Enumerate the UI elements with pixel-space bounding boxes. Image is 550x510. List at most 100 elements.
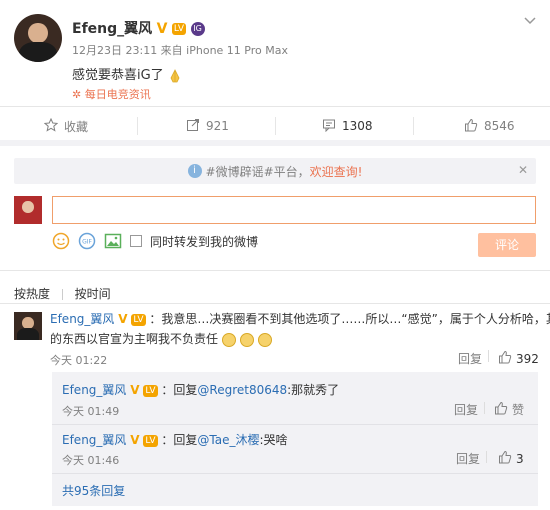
- topic-tag[interactable]: ✲ 每日电竞资讯: [72, 86, 151, 102]
- comment-icon: [322, 118, 336, 135]
- composer-toolbar: GIF 同时转发到我的微博: [52, 232, 258, 250]
- comment-text-2: 的东西以官宣为主啊我不负责任: [50, 332, 219, 346]
- divider: [0, 270, 550, 271]
- svg-text:GIF: GIF: [82, 239, 92, 246]
- reply-button[interactable]: 回复: [454, 401, 478, 418]
- gif-icon[interactable]: GIF: [78, 232, 96, 250]
- reply-like-button[interactable]: 3: [498, 450, 524, 467]
- club-badge-icon: IG: [190, 22, 205, 36]
- weibo-post-card: Efeng_翼风 V LV IG 12月23日 23:11 来自 iPhone …: [0, 0, 550, 510]
- image-icon[interactable]: [104, 232, 122, 250]
- divider: [52, 424, 538, 425]
- comment-button[interactable]: 1308: [322, 116, 373, 136]
- reply-label: 回复: [454, 403, 479, 417]
- submit-comment-button[interactable]: 评论: [478, 233, 536, 257]
- author-line: Efeng_翼风 V LV IG: [72, 18, 205, 38]
- emoji-icon: [257, 332, 272, 347]
- reply-label: 回复: [456, 452, 481, 466]
- praying-hands-icon: [168, 68, 182, 83]
- reply-time: 今天 01:49: [62, 405, 120, 418]
- comment-text: ：我意思…决赛圈看不到其他选项了……所以…“感觉”，属于个人分析哈，其他: [149, 312, 550, 326]
- reply-prefix: ：回复: [161, 383, 198, 397]
- comment-author[interactable]: Efeng_翼风: [50, 312, 114, 326]
- reply-time: 今天 01:46: [62, 454, 120, 467]
- sort-tabs: 按热度 按时间: [14, 285, 111, 302]
- favorite-label: 收藏: [64, 119, 89, 134]
- emoji-icon[interactable]: [52, 232, 70, 250]
- comment-time: 今天 01:22: [50, 354, 108, 367]
- divider: [484, 402, 485, 414]
- repost-icon: [186, 118, 200, 135]
- favorite-button[interactable]: 收藏: [43, 116, 89, 136]
- post-text: 感觉要恭喜iG了: [72, 68, 164, 83]
- reply-button[interactable]: 回复: [458, 350, 482, 367]
- close-icon[interactable]: ✕: [518, 163, 528, 177]
- verified-icon: V: [118, 312, 128, 326]
- like-count: 8546: [484, 119, 515, 133]
- comment-like-button[interactable]: 392: [498, 350, 539, 367]
- author-name[interactable]: Efeng_翼风: [72, 21, 152, 37]
- divider: [0, 106, 550, 107]
- topic-tag-icon: ✲: [72, 88, 82, 101]
- repost-button[interactable]: 921: [186, 116, 229, 136]
- divider: [52, 473, 538, 474]
- reply-author[interactable]: Efeng_翼风: [62, 433, 126, 447]
- divider: [61, 289, 63, 300]
- reply-like-button[interactable]: 赞: [494, 401, 524, 418]
- more-replies-link[interactable]: 共95条回复: [62, 482, 125, 499]
- level-badge-icon: LV: [131, 313, 146, 326]
- comment-line-1: Efeng_翼风 V LV ：我意思…决赛圈看不到其他选项了……所以…“感觉”，…: [50, 310, 550, 327]
- author-avatar[interactable]: [14, 14, 62, 62]
- notice-text: #微博辟谣#平台，: [205, 164, 310, 179]
- divider: [275, 117, 276, 135]
- reply-text: :那就秀了: [287, 383, 340, 397]
- divider: [0, 303, 550, 304]
- reply-author[interactable]: Efeng_翼风: [62, 383, 126, 397]
- info-icon: i: [187, 164, 202, 178]
- chevron-down-icon[interactable]: [522, 12, 538, 28]
- star-icon: [43, 117, 59, 135]
- reply-button[interactable]: 回复: [456, 450, 480, 467]
- comment-like-count: 392: [516, 351, 539, 366]
- post-meta: 12月23日 23:11 来自 iPhone 11 Pro Max: [72, 44, 288, 57]
- reply-text: :哭啥: [259, 433, 288, 447]
- level-badge-icon: LV: [143, 434, 158, 447]
- verified-icon: V: [130, 383, 140, 397]
- reply-line: Efeng_翼风 V LV ：回复@Regret80648:那就秀了: [62, 381, 339, 398]
- notice-link[interactable]: 欢迎查询!: [310, 163, 363, 180]
- comment-line-2: 的东西以官宣为主啊我不负责任: [50, 330, 272, 347]
- divider: [488, 350, 489, 362]
- thumbs-up-icon: [498, 450, 512, 467]
- level-badge-icon: LV: [171, 23, 187, 35]
- reply-label: 回复: [458, 352, 483, 366]
- verified-icon: V: [156, 21, 168, 37]
- emoji-icon: [221, 332, 236, 347]
- repost-count: 921: [206, 119, 229, 133]
- thumbs-up-icon: [498, 350, 512, 367]
- reply-like-count: 3: [516, 451, 524, 466]
- current-user-avatar[interactable]: [14, 196, 42, 224]
- divider: [413, 117, 414, 135]
- repost-checkbox-label: 同时转发到我的微博: [150, 234, 259, 249]
- section-separator: [0, 140, 550, 146]
- divider: [486, 451, 487, 463]
- thumbs-up-icon: [464, 118, 478, 135]
- emoji-icon: [239, 332, 254, 347]
- comment-count: 1308: [342, 119, 373, 133]
- divider: [137, 117, 138, 135]
- topic-tag-label[interactable]: 每日电竞资讯: [85, 88, 151, 101]
- rumor-notice: i #微博辟谣#平台， 欢迎查询! ✕: [14, 158, 536, 184]
- reply-mention[interactable]: @Regret80648: [197, 383, 287, 397]
- thumbs-up-icon: [494, 401, 508, 418]
- sort-time-tab[interactable]: 按时间: [75, 287, 111, 301]
- reply-mention[interactable]: @Tae_沐樱: [197, 433, 259, 447]
- reply-prefix: ：回复: [161, 433, 198, 447]
- repost-checkbox[interactable]: [130, 235, 142, 247]
- sort-hot-tab[interactable]: 按热度: [14, 287, 50, 301]
- comment-input[interactable]: [52, 196, 536, 224]
- reply-like-label: 赞: [512, 403, 525, 417]
- verified-icon: V: [130, 433, 140, 447]
- like-button[interactable]: 8546: [464, 116, 515, 136]
- post-text-line: 感觉要恭喜iG了: [72, 64, 182, 83]
- comment-avatar[interactable]: [14, 312, 42, 340]
